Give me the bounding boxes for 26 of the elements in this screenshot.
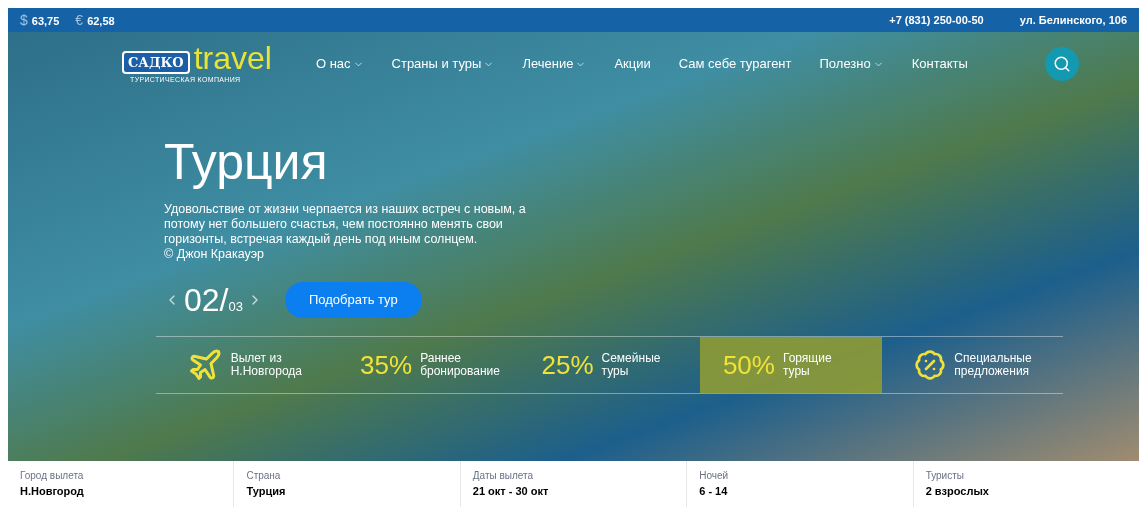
nav-link[interactable]: Лечение — [522, 54, 587, 74]
currency-rate: $ 63,75 — [20, 10, 60, 30]
quote-author: © Джон Кракауэр — [164, 247, 265, 262]
search-icon — [1053, 55, 1071, 73]
form-field[interactable]: Страна Турция — [233, 461, 460, 507]
address: ул. Белинского, 106 — [1019, 12, 1127, 28]
hero-title: Турция — [164, 134, 328, 190]
nav-link[interactable]: Полезно — [819, 54, 884, 74]
promo-item[interactable]: Вылет из Н.Новгорода — [156, 337, 338, 393]
nav-link[interactable]: Страны и туры — [391, 54, 495, 74]
slide-counter: 02/03 — [184, 281, 243, 320]
nav-link[interactable]: Акции — [614, 54, 651, 74]
find-tour-button[interactable]: Подобрать тур — [284, 282, 422, 318]
search-button[interactable] — [1045, 47, 1079, 81]
percent-badge-icon — [914, 349, 947, 381]
nav-link[interactable]: Сам себе турагент — [678, 54, 792, 74]
nav-link[interactable]: Контакты — [911, 54, 968, 74]
form-field[interactable]: Даты вылета 21 окт - 30 окт — [459, 461, 687, 507]
form-field[interactable]: Ночей 6 - 14 — [686, 461, 913, 507]
phone-number[interactable]: +7 (831) 250-00-50 — [889, 11, 984, 29]
hero-quote: Удовольствие от жизни черпается из наших встреч с новым, а потому нет большего счастья, чем постоянно менять свои горизонты, встречая каждый день под иным солнцем. — [164, 202, 527, 247]
form-field[interactable]: Город вылета Н.Новгород — [8, 461, 234, 507]
promo-item[interactable]: Специальные предложения — [881, 337, 1064, 393]
nav-link[interactable]: О нас — [315, 54, 364, 74]
form-field[interactable]: Туристы 2 взрослых — [912, 461, 1139, 507]
currency-rate: € 62,58 — [75, 10, 115, 30]
